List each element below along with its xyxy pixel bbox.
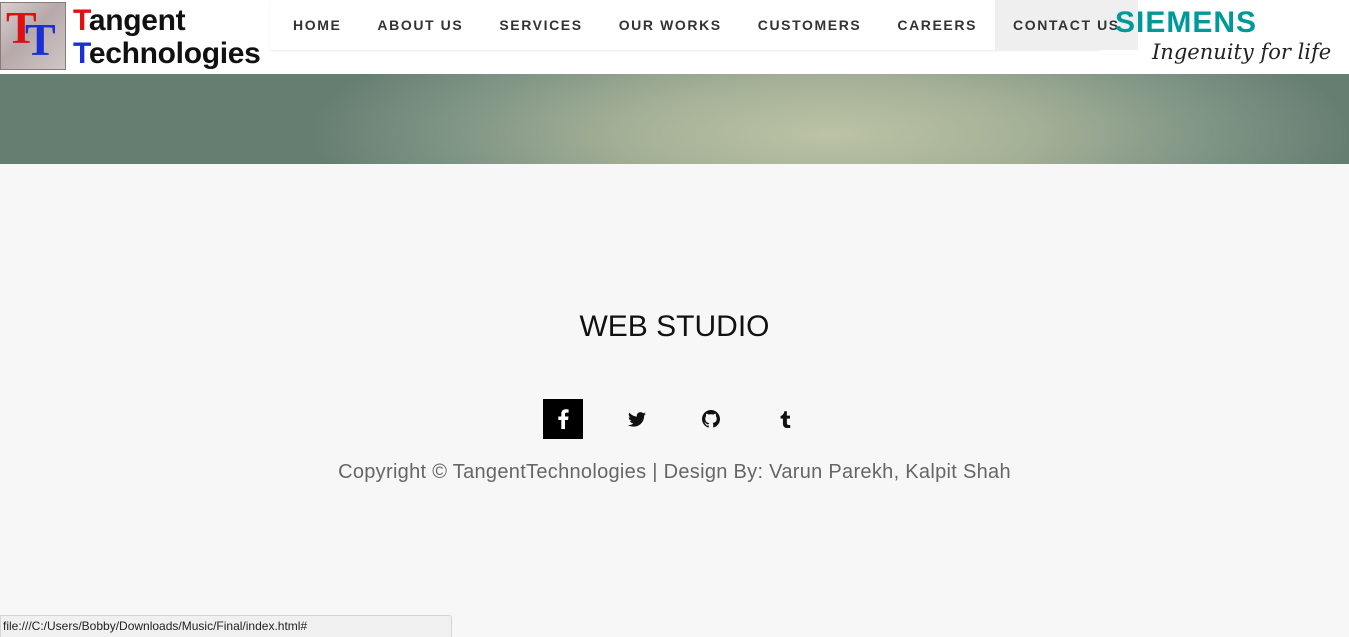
tumblr-icon [780,411,791,428]
copyright-text: Copyright © TangentTechnologies | Design… [338,461,1011,483]
siemens-wordmark: SIEMENS [1115,6,1258,39]
page: TT Tangent Technologies HOME ABOUT US SE… [0,0,1349,637]
hero-banner [0,74,1349,164]
github-icon [702,410,720,428]
twitter-icon [628,411,646,427]
nav-item-our-works[interactable]: OUR WORKS [601,0,740,50]
social-links [543,399,805,439]
siemens-tagline: Ingenuity for life [1152,40,1332,64]
facebook-icon [558,409,569,429]
nav-item-services[interactable]: SERVICES [481,0,600,50]
nav-item-careers[interactable]: CAREERS [879,0,995,50]
browser-status-bar: file:///C:/Users/Bobby/Downloads/Music/F… [0,615,452,637]
brand-name-line2: echnologies [88,37,261,70]
brand-name[interactable]: Tangent Technologies [73,4,261,70]
github-link[interactable] [691,399,731,439]
brand-name-line1: angent [88,4,186,37]
twitter-link[interactable] [617,399,657,439]
nav-item-about-us[interactable]: ABOUT US [359,0,481,50]
main-nav: HOME ABOUT US SERVICES OUR WORKS CUSTOME… [275,0,1138,50]
footer-title: WEB STUDIO [579,310,770,343]
nav-item-customers[interactable]: CUSTOMERS [740,0,880,50]
tumblr-link[interactable] [765,399,805,439]
siemens-logo[interactable]: SIEMENS Ingenuity for life [1108,4,1338,70]
site-header: TT Tangent Technologies HOME ABOUT US SE… [0,0,1349,74]
nav-item-home[interactable]: HOME [275,0,359,50]
facebook-link[interactable] [543,399,583,439]
tangent-logo-icon[interactable]: TT [0,2,66,70]
